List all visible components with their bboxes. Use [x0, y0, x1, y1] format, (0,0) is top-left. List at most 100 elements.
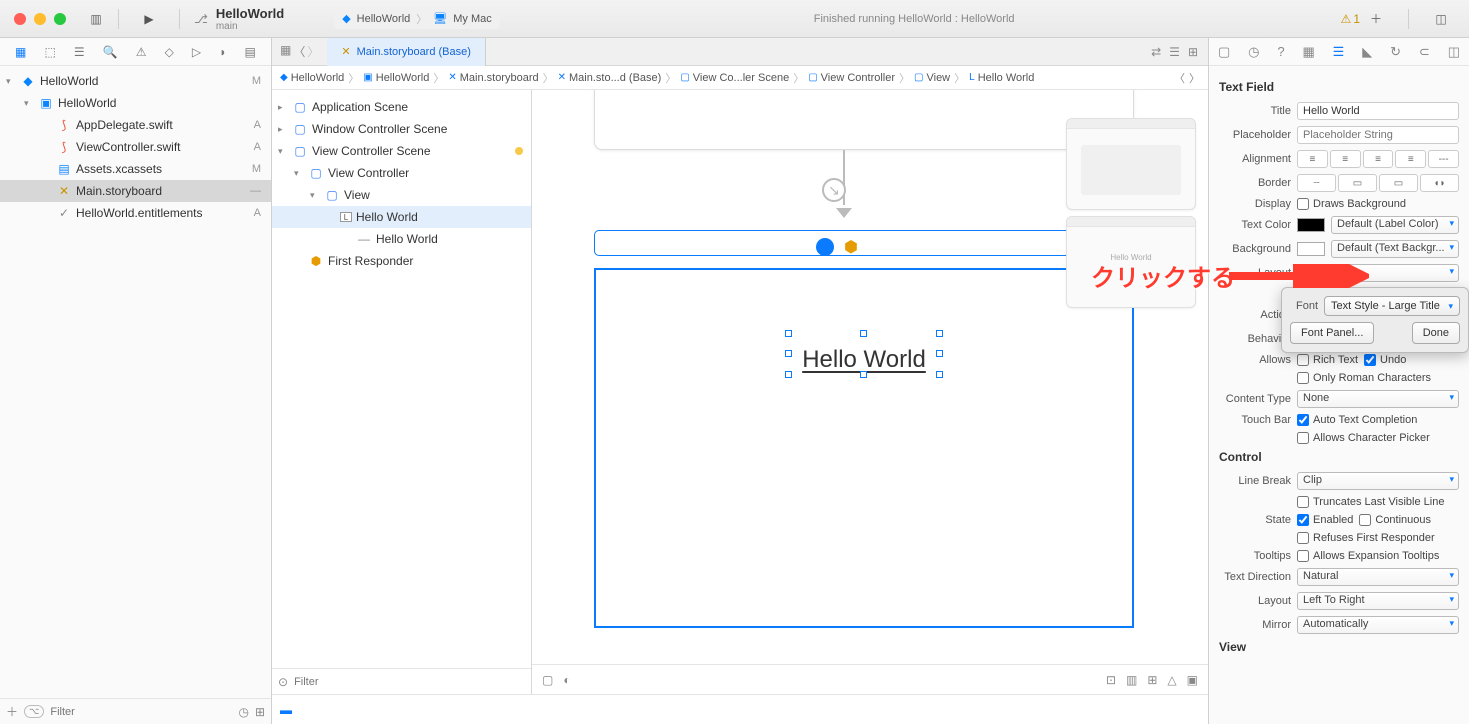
connections-inspector-icon[interactable]: ↻ — [1390, 44, 1401, 60]
filter-scope-icon[interactable]: ⌥ — [24, 705, 44, 718]
storyboard-canvas[interactable]: ↘ ⬢ Hello World — [532, 90, 1208, 694]
navigator-item[interactable]: ⟆AppDelegate.swiftA — [0, 114, 271, 136]
jumpbar-segment[interactable]: ▢View Controller — [808, 72, 895, 84]
outline-item[interactable]: LHello World — [272, 206, 531, 228]
nav-back-icon[interactable]: 〈 — [293, 43, 305, 60]
vc-dock-button[interactable] — [816, 238, 834, 256]
resize-handle[interactable] — [785, 350, 792, 357]
placeholder-field[interactable] — [1297, 126, 1459, 144]
project-navigator-icon[interactable]: ▦ — [15, 45, 26, 59]
richtext-check[interactable] — [1297, 354, 1309, 366]
editor-options-icon[interactable]: ☰ — [1169, 45, 1180, 59]
jumpbar-segment[interactable]: ◆HelloWorld — [280, 72, 344, 84]
resize-handle[interactable] — [785, 371, 792, 378]
textdir-select[interactable]: Natural — [1297, 568, 1459, 586]
text-color-swatch[interactable] — [1297, 218, 1325, 232]
char-picker-check[interactable] — [1297, 432, 1309, 444]
test-navigator-icon[interactable]: ◇ — [165, 45, 174, 59]
bg-color-swatch[interactable] — [1297, 242, 1325, 256]
align-icon[interactable]: ▥ — [1126, 673, 1137, 687]
nav-forward-icon[interactable]: 〉 — [307, 43, 319, 60]
done-button[interactable]: Done — [1412, 322, 1460, 344]
ctrl-layout-select[interactable]: Left To Right — [1297, 592, 1459, 610]
resize-handle[interactable] — [936, 350, 943, 357]
add-icon[interactable]: ＋ — [6, 703, 18, 720]
report-navigator-icon[interactable]: ▤ — [245, 45, 256, 59]
outline-item[interactable]: ▸▢Application Scene — [272, 96, 531, 118]
resize-handle[interactable] — [936, 330, 943, 337]
outline-item[interactable]: ▾▢View Controller Scene — [272, 140, 531, 162]
add-editor-icon[interactable]: ⊞ — [1188, 45, 1198, 59]
title-field[interactable] — [1297, 102, 1459, 120]
border-rounded[interactable]: ◖◗ — [1420, 174, 1459, 192]
toggle-navigator-icon[interactable]: ▥ — [84, 9, 108, 29]
size-inspector-icon[interactable]: ◣ — [1362, 44, 1372, 60]
attributes-inspector-icon[interactable]: ☰ — [1333, 44, 1345, 60]
embed-icon[interactable]: ▣ — [1187, 673, 1198, 687]
identity-inspector-icon[interactable]: ▦ — [1302, 44, 1314, 60]
jumpbar-segment[interactable]: ✕Main.sto...d (Base) — [558, 72, 662, 84]
navigator-item[interactable]: ▤Assets.xcassetsM — [0, 158, 271, 180]
jump-back-icon[interactable]: 〈 — [1174, 70, 1185, 86]
appearance-icon[interactable]: ◐ — [563, 673, 570, 687]
auto-text-check[interactable] — [1297, 414, 1309, 426]
align-justify[interactable]: ≡ — [1395, 150, 1426, 168]
undo-check[interactable] — [1364, 354, 1376, 366]
resize-handle[interactable] — [936, 371, 943, 378]
file-inspector-icon[interactable]: ▢ — [1218, 44, 1230, 60]
find-navigator-icon[interactable]: 🔍 — [103, 45, 118, 59]
device-config-icon[interactable]: ▢ — [542, 673, 553, 687]
font-style-select[interactable]: Text Style - Large Title — [1324, 296, 1460, 316]
align-center[interactable]: ≡ — [1330, 150, 1361, 168]
align-right[interactable]: ≡ — [1363, 150, 1394, 168]
linebreak-select[interactable]: Clip — [1297, 472, 1459, 490]
navigator-item[interactable]: ▾◆HelloWorldM — [0, 70, 271, 92]
outline-item[interactable]: —Hello World — [272, 228, 531, 250]
align-left[interactable]: ≡ — [1297, 150, 1328, 168]
bindings-inspector-icon[interactable]: ⊂ — [1419, 44, 1430, 60]
editor-tab-active[interactable]: ✕ Main.storyboard (Base) — [327, 38, 486, 66]
resize-handle[interactable] — [860, 330, 867, 337]
jumpbar-segment[interactable]: ✕Main.storyboard — [448, 72, 538, 84]
text-color-select[interactable]: Default (Label Color) — [1331, 216, 1459, 234]
warning-indicator[interactable]: ⚠ 1 — [1341, 12, 1360, 26]
jump-forward-icon[interactable]: 〉 — [1189, 70, 1200, 86]
resolve-icon[interactable]: △ — [1167, 673, 1176, 687]
font-panel-button[interactable]: Font Panel... — [1290, 322, 1374, 344]
jumpbar-segment[interactable]: ▣HelloWorld — [363, 72, 429, 84]
navigator-filter-input[interactable] — [50, 706, 232, 718]
jumpbar-segment[interactable]: ▢View Co...ler Scene — [680, 72, 789, 84]
view-controller-view[interactable]: Hello World — [594, 268, 1134, 628]
add-button[interactable]: ＋ — [1364, 9, 1388, 29]
outline-item[interactable]: ▾▢View Controller — [272, 162, 531, 184]
zoom-fit-icon[interactable]: ⊡ — [1106, 673, 1116, 687]
zoom-window[interactable] — [54, 13, 66, 25]
only-roman-check[interactable] — [1297, 372, 1309, 384]
effects-inspector-icon[interactable]: ◫ — [1448, 44, 1460, 60]
scm-filter-icon[interactable]: ⊞ — [255, 705, 265, 719]
continuous-check[interactable] — [1359, 514, 1371, 526]
help-inspector-icon[interactable]: ? — [1277, 44, 1284, 59]
navigator-item[interactable]: ▾▣HelloWorld — [0, 92, 271, 114]
resize-handle[interactable] — [785, 330, 792, 337]
view-controller-titlebar[interactable] — [594, 230, 1134, 256]
trunc-last-check[interactable] — [1297, 496, 1309, 508]
align-natural[interactable]: --- — [1428, 150, 1459, 168]
debug-toggle-icon[interactable]: ▬ — [280, 703, 292, 717]
refuses-check[interactable] — [1297, 532, 1309, 544]
scheme-selector[interactable]: ◆ HelloWorld 〉 🖥 My Mac — [334, 9, 500, 29]
bg-color-select[interactable]: Default (Text Backgr... — [1331, 240, 1459, 258]
draws-background-check[interactable] — [1297, 198, 1309, 210]
jumpbar-segment[interactable]: LHello World — [969, 72, 1034, 84]
navigator-item[interactable]: ✕Main.storyboard— — [0, 180, 271, 202]
debug-navigator-icon[interactable]: ▷ — [192, 45, 201, 59]
run-button[interactable]: ▶ — [137, 9, 161, 29]
resize-handle[interactable] — [860, 371, 867, 378]
issue-navigator-icon[interactable]: ⚠ — [136, 45, 147, 59]
border-line[interactable]: ▭ — [1338, 174, 1377, 192]
pin-icon[interactable]: ⊞ — [1147, 673, 1157, 687]
border-bezel[interactable]: ▭ — [1379, 174, 1418, 192]
mirror-select[interactable]: Automatically — [1297, 616, 1459, 634]
border-none[interactable]: ┈ — [1297, 174, 1336, 192]
navigator-item[interactable]: ⟆ViewController.swiftA — [0, 136, 271, 158]
